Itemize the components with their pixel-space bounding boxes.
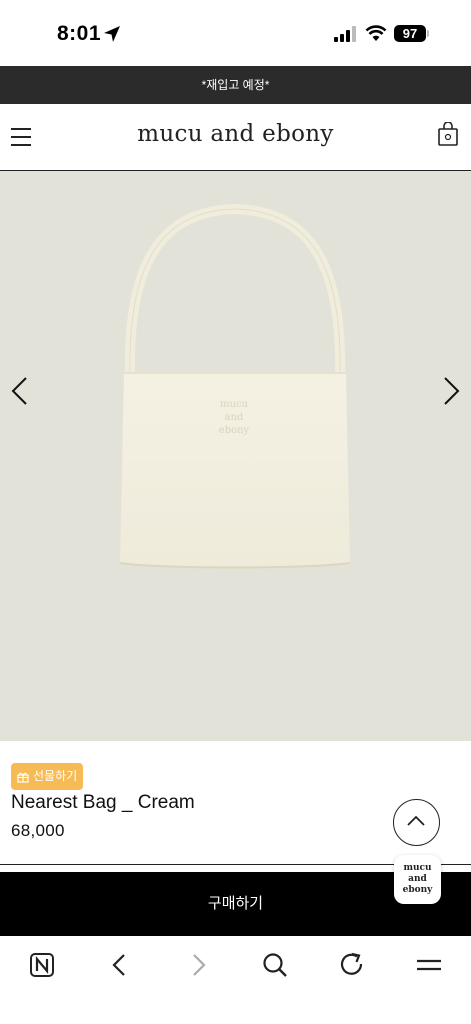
announcement-banner[interactable]: *재입고 예정* [0, 66, 471, 104]
scroll-to-top-button[interactable] [393, 799, 440, 846]
site-header: mucu and ebony [0, 104, 471, 171]
browser-menu-icon[interactable] [414, 950, 444, 980]
brand-logo[interactable]: mucu and ebony [0, 121, 471, 147]
product-image-carousel[interactable]: mucu and ebony [0, 171, 471, 741]
chevron-left-icon[interactable] [8, 376, 32, 406]
back-icon[interactable] [105, 950, 135, 980]
location-arrow-icon [104, 26, 120, 42]
product-title: Nearest Bag _ Cream [11, 792, 195, 813]
naver-icon[interactable] [27, 950, 57, 980]
product-price: 68,000 [11, 821, 65, 840]
brand-chat-bubble[interactable]: mucu and ebony [394, 855, 441, 904]
wifi-icon [365, 25, 387, 41]
reload-icon[interactable] [337, 950, 367, 980]
status-time: 8:01 [57, 22, 102, 45]
chevron-right-icon[interactable] [439, 376, 463, 406]
forward-icon[interactable] [183, 950, 213, 980]
battery-indicator: 97 [394, 25, 426, 42]
gift-icon [17, 772, 29, 783]
search-icon[interactable] [260, 950, 290, 980]
gift-label: 선물하기 [33, 769, 78, 783]
battery-nub [427, 30, 429, 37]
shopping-bag-icon[interactable] [438, 122, 458, 146]
status-bar: 8:01 97 [0, 0, 471, 66]
bag-embossed-logo: mucu and ebony [218, 399, 250, 436]
chevron-up-icon [407, 815, 425, 826]
gift-button[interactable]: 선물하기 [11, 763, 84, 790]
signal-icon [334, 26, 356, 42]
browser-toolbar [0, 936, 471, 1024]
product-bag-image [119, 203, 351, 569]
